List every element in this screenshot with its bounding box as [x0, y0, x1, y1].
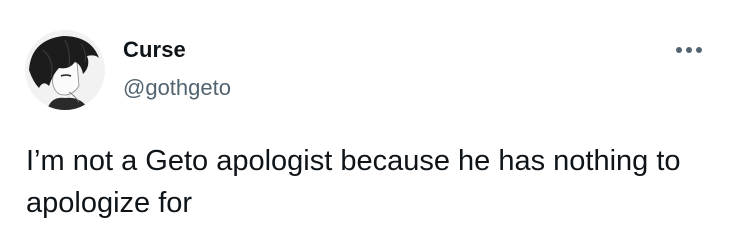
avatar[interactable]: [25, 30, 105, 110]
tweet-card: Curse @gothgeto I’m not a Geto apologist…: [0, 0, 735, 245]
more-options-button[interactable]: [672, 40, 706, 60]
tweet-text: I’m not a Geto apologist because he has …: [26, 145, 681, 219]
display-name[interactable]: Curse: [123, 36, 186, 64]
user-handle[interactable]: @gothgeto: [123, 74, 231, 102]
anime-avatar-icon: [25, 30, 105, 110]
ellipsis-icon: [676, 47, 702, 53]
